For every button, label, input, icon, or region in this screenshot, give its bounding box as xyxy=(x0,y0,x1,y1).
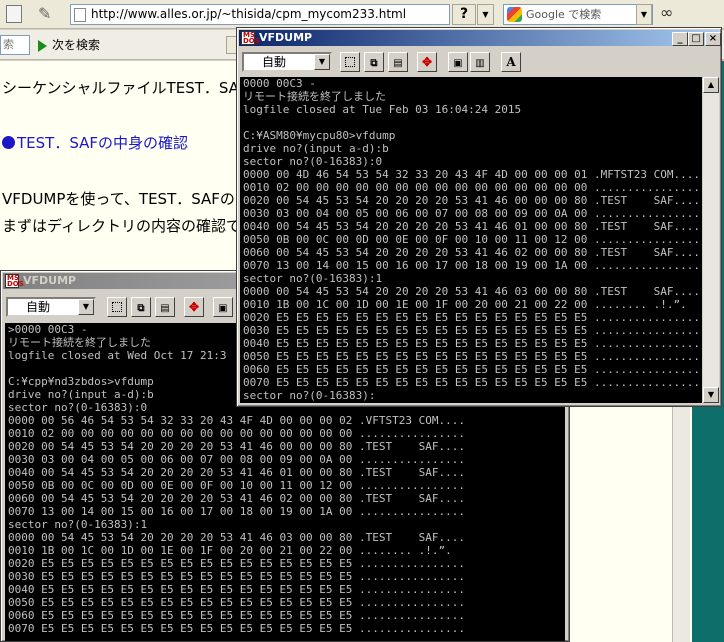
page-text-line: シーケンシャルファイルTEST．SAI xyxy=(2,79,244,97)
help-button[interactable]: ? xyxy=(452,4,476,25)
console-output[interactable]: 0000 00C3 - リモート接続を終了しました logfile closed… xyxy=(240,77,702,403)
minimize-icon: _ xyxy=(677,33,683,44)
font-size-value: 自動 xyxy=(262,55,287,69)
find-input-placeholder: 索 xyxy=(3,38,14,51)
fullscreen-icon: ✥ xyxy=(188,300,200,314)
chevron-up-icon: ▲ xyxy=(707,80,715,89)
page-text-line: VFDUMPを使って、TEST．SAFの xyxy=(2,190,235,208)
console-toolbar: 自動 ▼ ⧉ ▤ ✥ ▣ ▥ A xyxy=(240,49,718,75)
help-dropdown-button[interactable]: ▼ xyxy=(477,4,494,25)
font-size-value: 自動 xyxy=(26,300,51,314)
paste-icon: ▤ xyxy=(160,303,170,314)
find-input[interactable]: 索 xyxy=(0,35,30,55)
maximize-button[interactable]: □ xyxy=(688,32,704,46)
copy-icon: ⧉ xyxy=(137,303,145,314)
page-icon xyxy=(6,5,22,23)
mark-button[interactable] xyxy=(107,297,127,317)
bullet-icon xyxy=(2,136,15,149)
url-input[interactable]: http://www.alles.or.jp/~thisida/cpm_myco… xyxy=(70,4,450,25)
mark-button[interactable] xyxy=(340,52,360,72)
properties-icon: ▣ xyxy=(453,58,463,69)
close-button[interactable]: × xyxy=(705,32,721,46)
msdos-app-icon: MS DOS xyxy=(5,274,24,288)
chevron-down-icon: ▼ xyxy=(482,10,489,19)
copy-button[interactable]: ⧉ xyxy=(364,52,384,72)
google-icon xyxy=(507,7,522,22)
window-title-bar[interactable]: MS DOS VFDUMP xyxy=(239,30,719,46)
page-text-line: まずはディレクトリの内容の確認で xyxy=(2,217,241,235)
maximize-icon: □ xyxy=(691,33,701,44)
section-heading: TEST．SAFの中身の確認 xyxy=(2,132,188,153)
background-icon: ▥ xyxy=(475,58,485,69)
google-search-input[interactable]: Google で検索 xyxy=(503,4,653,25)
paste-button[interactable]: ▤ xyxy=(388,52,408,72)
section-heading-text: TEST．SAFの中身の確認 xyxy=(17,134,189,152)
properties-button[interactable]: ▣ xyxy=(448,52,468,72)
msdos-app-icon: MS DOS xyxy=(241,31,260,45)
search-dropdown-button[interactable]: ▼ xyxy=(636,4,652,25)
chevron-down-icon: ▼ xyxy=(707,390,715,399)
google-search-placeholder: Google で検索 xyxy=(526,8,602,21)
font-size-select[interactable]: 自動 ▼ xyxy=(6,297,96,317)
paste-button[interactable]: ▤ xyxy=(155,297,175,317)
fullscreen-icon: ✥ xyxy=(421,55,433,69)
vfdump-window-front[interactable]: MS DOS VFDUMP _ □ × 自動 ▼ ⧉ ▤ ✥ ▣ ▥ A 0000 … xyxy=(236,27,722,407)
chevron-down-icon: ▼ xyxy=(314,54,330,70)
window-title: VFDUMP xyxy=(23,274,77,287)
pen-icon[interactable]: ✎ xyxy=(38,4,60,24)
mark-icon xyxy=(345,57,355,67)
window-title: VFDUMP xyxy=(259,31,313,44)
browser-address-bar: ✎ http://www.alles.or.jp/~thisida/cpm_my… xyxy=(0,0,724,29)
scroll-up-button[interactable]: ▲ xyxy=(703,77,719,93)
copy-button[interactable]: ⧉ xyxy=(131,297,151,317)
minimize-button[interactable]: _ xyxy=(672,32,688,46)
binoculars-icon[interactable]: ∞ xyxy=(660,3,686,25)
find-next-button[interactable]: 次を検索 xyxy=(38,36,100,54)
paste-icon: ▤ xyxy=(393,58,403,69)
scroll-down-button[interactable]: ▼ xyxy=(703,387,719,403)
chevron-down-icon: ▼ xyxy=(78,299,94,315)
fullscreen-button[interactable]: ✥ xyxy=(184,297,204,317)
url-page-icon xyxy=(74,8,86,22)
chevron-down-icon: ▼ xyxy=(640,10,648,19)
close-icon: × xyxy=(708,33,718,44)
properties-icon: ▣ xyxy=(218,303,228,314)
url-text: http://www.alles.or.jp/~thisida/cpm_myco… xyxy=(91,7,407,21)
mark-icon xyxy=(112,302,122,312)
font-button[interactable]: A xyxy=(501,52,521,72)
console-scrollbar[interactable]: ▲ ▼ xyxy=(703,77,719,403)
fullscreen-button[interactable]: ✥ xyxy=(417,52,437,72)
find-next-label: 次を検索 xyxy=(52,38,101,52)
copy-icon: ⧉ xyxy=(370,58,378,69)
play-icon xyxy=(38,39,47,52)
font-size-select[interactable]: 自動 ▼ xyxy=(242,52,332,72)
properties-button[interactable]: ▣ xyxy=(213,297,233,317)
background-button[interactable]: ▥ xyxy=(470,52,490,72)
